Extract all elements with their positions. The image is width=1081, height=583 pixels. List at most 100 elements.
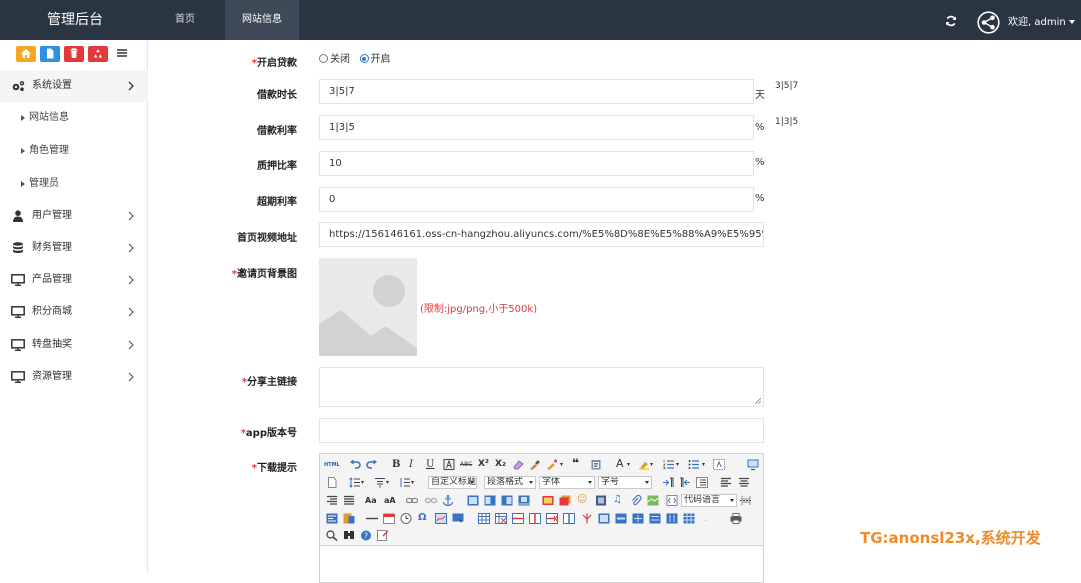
align-left-icon[interactable]	[720, 477, 732, 488]
recycle-shortcut-button[interactable]	[88, 46, 108, 62]
loan-term-input[interactable]: 3|5|7	[319, 79, 754, 104]
sidebar-item-system-settings[interactable]: 系统设置	[0, 70, 148, 102]
merge-right-icon[interactable]	[598, 513, 610, 524]
list-shortcut-button[interactable]	[112, 46, 132, 62]
lowercase-icon[interactable]: aA	[384, 495, 396, 506]
multi-image-icon[interactable]	[559, 495, 571, 506]
table-props-icon[interactable]	[683, 513, 695, 524]
tab-site-info[interactable]: 网站信息	[225, 0, 299, 40]
unordered-list-icon[interactable]	[688, 459, 700, 470]
code-language-select[interactable]: 代码语言	[681, 494, 737, 507]
highlight-icon[interactable]	[638, 459, 650, 470]
anchor-icon[interactable]	[442, 495, 454, 506]
loan-on-radio[interactable]: 开启	[359, 54, 391, 65]
video-icon[interactable]	[595, 495, 607, 506]
split-rows-icon[interactable]	[649, 513, 661, 524]
dropdown-arrow-icon[interactable]: ▾	[386, 477, 392, 488]
document-shortcut-button[interactable]	[40, 46, 60, 62]
dropdown-arrow-icon[interactable]: ▾	[627, 459, 633, 470]
font-family-select[interactable]: 字体	[539, 476, 595, 489]
indent-icon[interactable]	[696, 477, 708, 488]
sidebar-subitem-role-management[interactable]: 角色管理	[0, 135, 148, 167]
align-justify-icon[interactable]	[343, 495, 355, 506]
drafts-icon[interactable]	[377, 530, 389, 541]
delete-col-icon[interactable]	[563, 513, 575, 524]
loan-rate-input[interactable]: 1|3|5	[319, 115, 754, 140]
underline-icon[interactable]: U	[426, 459, 438, 470]
merge-down-icon[interactable]	[615, 513, 627, 524]
sidebar-item-resources[interactable]: 资源管理	[0, 361, 148, 393]
loan-off-radio[interactable]: 关闭	[319, 54, 350, 65]
zoom-icon[interactable]	[326, 530, 338, 541]
editor-body[interactable]	[320, 547, 763, 582]
avatar[interactable]	[977, 11, 1000, 34]
ordered-list-icon[interactable]	[663, 459, 675, 470]
paste-plain-icon[interactable]	[590, 459, 602, 470]
html-source-button[interactable]: HTML	[324, 460, 340, 471]
strikethrough-icon[interactable]: ABC	[460, 460, 472, 471]
insert-row-icon[interactable]	[512, 513, 524, 524]
link-icon[interactable]	[406, 495, 418, 506]
app-version-input[interactable]	[319, 418, 764, 443]
sidebar-item-products[interactable]: 产品管理	[0, 264, 148, 296]
image-left-icon[interactable]	[484, 495, 496, 506]
map-icon[interactable]	[647, 495, 659, 506]
insert-table-icon[interactable]	[478, 513, 490, 524]
search-replace-icon[interactable]	[343, 530, 355, 541]
dropdown-arrow-icon[interactable]: ▾	[702, 459, 708, 470]
insert-code-icon[interactable]	[666, 495, 678, 506]
unlink-icon[interactable]	[425, 495, 437, 506]
resize-grip-icon[interactable]	[755, 398, 761, 404]
insert-col-icon[interactable]	[529, 513, 541, 524]
delete-row-icon[interactable]	[546, 513, 558, 524]
user-menu[interactable]: 欢迎, admin	[1008, 0, 1075, 46]
undo-icon[interactable]	[349, 459, 361, 470]
time-icon[interactable]	[400, 513, 412, 524]
page-break-icon[interactable]	[740, 495, 752, 506]
dropdown-arrow-icon[interactable]: ▾	[411, 477, 417, 488]
new-document-icon[interactable]	[326, 477, 338, 488]
refresh-icon[interactable]	[945, 15, 957, 27]
split-cells-icon[interactable]	[632, 513, 644, 524]
superscript-icon[interactable]: X²	[478, 459, 490, 470]
special-char-icon[interactable]: Ω	[418, 512, 430, 523]
delete-table-icon[interactable]	[495, 513, 507, 524]
image-right-icon[interactable]	[501, 495, 513, 506]
dropdown-arrow-icon[interactable]: ▾	[676, 459, 682, 470]
home-shortcut-button[interactable]	[16, 46, 36, 62]
insert-image-icon[interactable]	[542, 495, 554, 506]
auto-format-icon[interactable]	[546, 459, 558, 470]
dropdown-arrow-icon[interactable]: ▾	[560, 459, 566, 470]
align-center-icon[interactable]	[738, 477, 750, 488]
print-icon[interactable]	[730, 513, 742, 524]
sidebar-item-points-mall[interactable]: 积分商城	[0, 296, 148, 328]
sidebar-item-finance[interactable]: 财务管理	[0, 232, 148, 264]
font-size-select[interactable]: 字号	[598, 476, 652, 489]
sidebar-item-lucky-wheel[interactable]: 转盘抽奖	[0, 329, 148, 361]
scrawl-icon[interactable]	[435, 513, 447, 524]
custom-title-select[interactable]: 自定义标题	[428, 476, 477, 489]
attachment-icon[interactable]	[630, 495, 642, 506]
sidebar-subitem-admins[interactable]: 管理员	[0, 168, 148, 200]
paragraph-format-select[interactable]: 段落格式	[484, 476, 536, 489]
music-icon[interactable]: ♫	[613, 494, 625, 505]
bold-icon[interactable]: B	[392, 459, 404, 470]
tab-home[interactable]: 首页	[155, 0, 215, 40]
subscript-icon[interactable]: X₂	[495, 459, 507, 470]
uppercase-icon[interactable]: Aa	[365, 495, 377, 506]
template-icon[interactable]	[326, 513, 338, 524]
emoticon-icon[interactable]: ☺	[577, 494, 589, 505]
background-icon[interactable]	[343, 513, 355, 524]
share-link-textarea[interactable]	[319, 367, 764, 407]
dropdown-arrow-icon[interactable]: ▾	[361, 477, 367, 488]
font-border-icon[interactable]	[443, 459, 455, 470]
redo-icon[interactable]	[366, 459, 378, 470]
italic-icon[interactable]: I	[409, 459, 421, 470]
date-icon[interactable]	[383, 513, 395, 524]
rtl-icon[interactable]	[679, 477, 691, 488]
image-none-icon[interactable]	[467, 495, 479, 506]
dropdown-arrow-icon[interactable]: ▾	[650, 459, 656, 470]
align-right-icon[interactable]	[326, 495, 338, 506]
help-icon[interactable]: ?	[360, 530, 372, 541]
split-cols-icon[interactable]	[666, 513, 678, 524]
